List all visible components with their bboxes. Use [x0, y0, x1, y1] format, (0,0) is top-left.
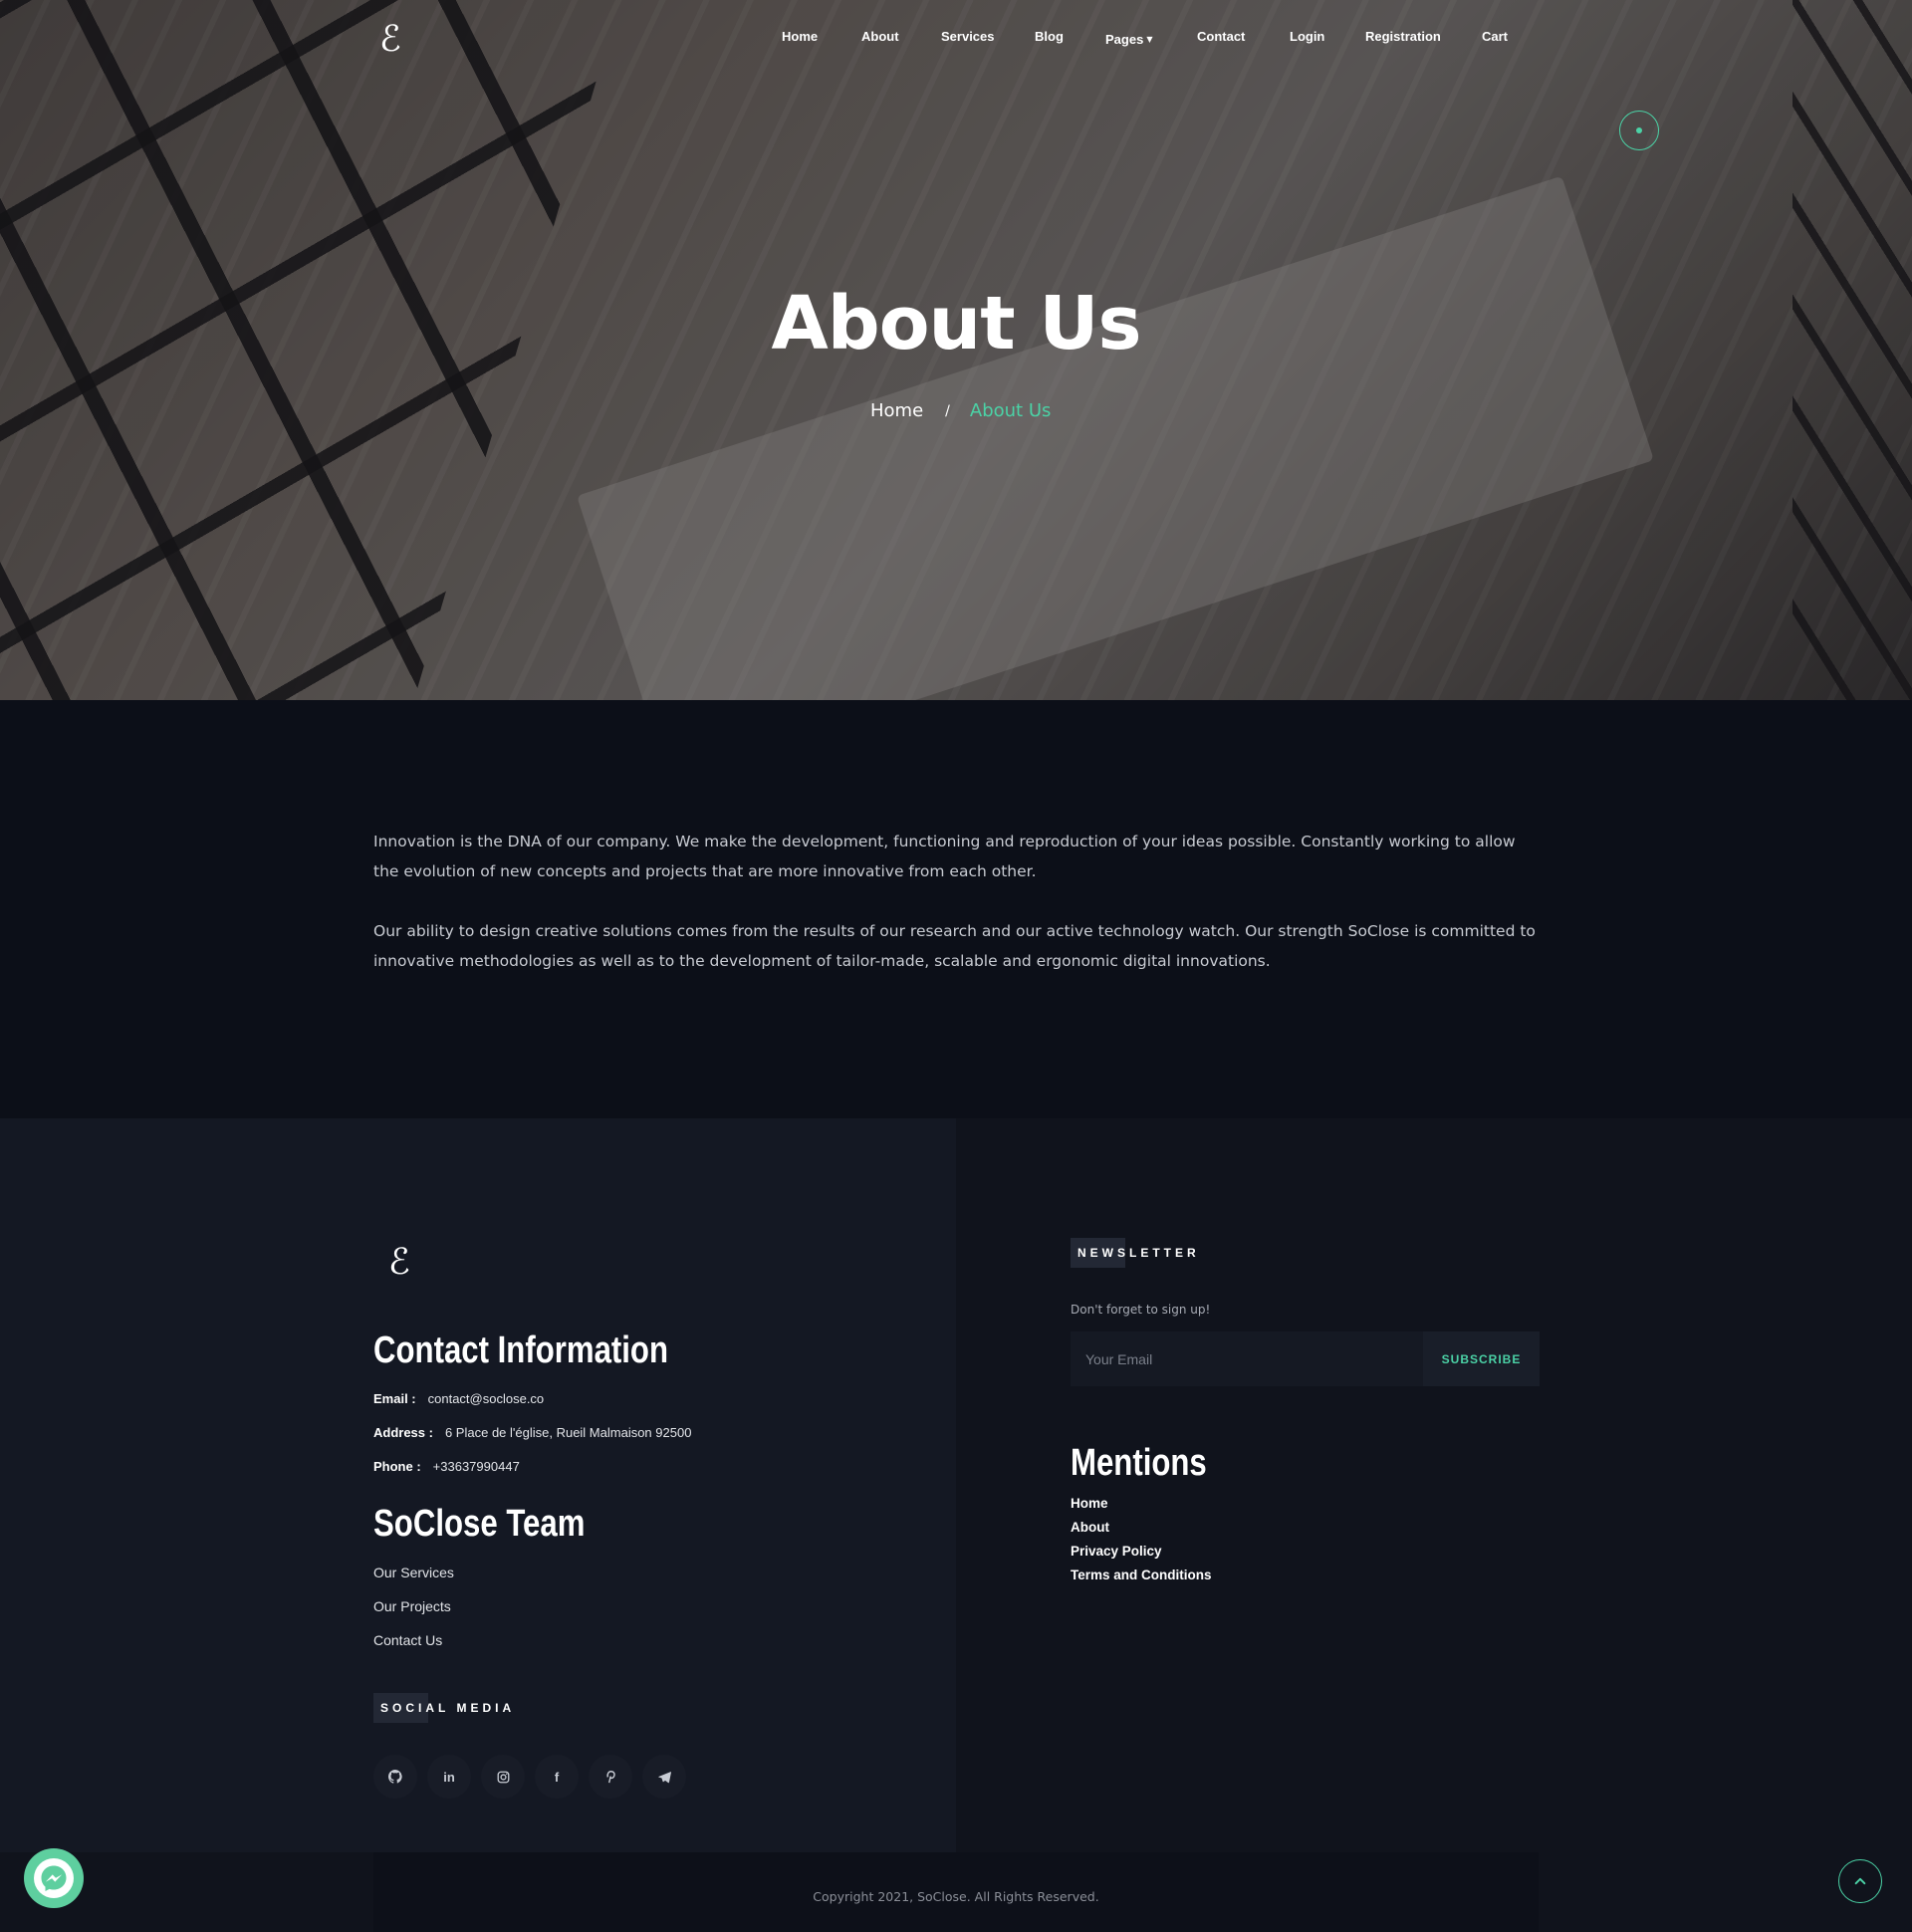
chevron-up-icon: [1854, 1877, 1866, 1885]
email-label: Email :: [373, 1391, 416, 1406]
facebook-icon[interactable]: f: [535, 1755, 579, 1799]
nav-pages-dropdown[interactable]: Pages ▼: [1105, 29, 1152, 48]
newsletter-label: NEWSLETTER: [1071, 1238, 1200, 1268]
footer-left-panel: [0, 1118, 956, 1852]
messenger-icon: [34, 1858, 74, 1898]
mentions-link-privacy[interactable]: Privacy Policy: [1071, 1544, 1162, 1559]
github-icon[interactable]: [373, 1755, 417, 1799]
nav-registration[interactable]: Registration: [1365, 29, 1441, 44]
site-logo[interactable]: ℰ: [379, 22, 401, 58]
about-paragraph: Innovation is the DNA of our company. We…: [373, 833, 1516, 880]
nav-login[interactable]: Login: [1290, 29, 1324, 44]
newsletter-hint: Don't forget to sign up!: [1071, 1303, 1211, 1317]
copyright-text: Copyright 2021, SoClose. All Rights Rese…: [813, 1889, 1099, 1904]
team-link-projects[interactable]: Our Projects: [373, 1598, 451, 1614]
hero-banner: ℰ Home About Services Blog Pages ▼ Contac…: [0, 0, 1912, 700]
nav-cart[interactable]: Cart: [1482, 29, 1508, 44]
caret-down-icon: ▼: [1146, 35, 1153, 44]
contact-email-row: Email : contact@soclose.co: [373, 1391, 544, 1406]
newsletter-form: SUBSCRIBE: [1071, 1331, 1540, 1386]
page-title: About Us: [771, 281, 1141, 366]
about-section: Innovation is the DNA of our company. We…: [0, 700, 1912, 1118]
contact-address-row: Address : 6 Place de l'église, Rueil Malm…: [373, 1425, 691, 1440]
address-label: Address :: [373, 1425, 433, 1440]
cursor-dot-icon: [1619, 111, 1659, 150]
mentions-link-home[interactable]: Home: [1071, 1496, 1108, 1511]
team-link-contact[interactable]: Contact Us: [373, 1632, 442, 1648]
nav-about[interactable]: About: [861, 29, 899, 44]
mentions-link-about[interactable]: About: [1071, 1520, 1109, 1535]
copyright-bar: Copyright 2021, SoClose. All Rights Rese…: [373, 1852, 1539, 1932]
breadcrumb: Home / About Us: [870, 400, 1051, 421]
phone-label: Phone :: [373, 1459, 421, 1474]
newsletter-email-input[interactable]: [1071, 1331, 1423, 1386]
subscribe-button[interactable]: SUBSCRIBE: [1423, 1331, 1540, 1386]
team-link-services[interactable]: Our Services: [373, 1565, 454, 1580]
scroll-to-top-button[interactable]: [1838, 1859, 1882, 1903]
social-media-label: SOCIAL MEDIA: [373, 1693, 515, 1723]
contact-phone-row: Phone : +33637990447: [373, 1459, 520, 1474]
messenger-chat-button[interactable]: [24, 1848, 84, 1908]
email-link[interactable]: contact@soclose.co: [428, 1391, 545, 1406]
contact-info-title: Contact Information: [373, 1329, 669, 1371]
footer-logo[interactable]: ℰ: [388, 1245, 410, 1281]
nav-contact[interactable]: Contact: [1197, 29, 1245, 44]
nav-services[interactable]: Services: [941, 29, 995, 44]
about-paragraph: Our ability to design creative solutions…: [373, 922, 1536, 970]
telegram-icon[interactable]: [642, 1755, 686, 1799]
nav-pages[interactable]: Pages: [1105, 32, 1143, 47]
breadcrumb-current: About Us: [969, 400, 1052, 421]
instagram-icon[interactable]: [481, 1755, 525, 1799]
nav-home[interactable]: Home: [782, 29, 818, 44]
pinterest-icon[interactable]: [589, 1755, 632, 1799]
team-title: SoClose Team: [373, 1503, 586, 1545]
social-links: in f: [373, 1755, 686, 1799]
breadcrumb-separator: /: [945, 402, 950, 419]
phone-link[interactable]: +33637990447: [433, 1459, 520, 1474]
nav-blog[interactable]: Blog: [1035, 29, 1064, 44]
address-value: 6 Place de l'église, Rueil Malmaison 925…: [444, 1425, 692, 1440]
mentions-link-terms[interactable]: Terms and Conditions: [1071, 1568, 1212, 1582]
breadcrumb-home[interactable]: Home: [870, 400, 923, 421]
mentions-title: Mentions: [1071, 1442, 1207, 1484]
linkedin-icon[interactable]: in: [427, 1755, 471, 1799]
